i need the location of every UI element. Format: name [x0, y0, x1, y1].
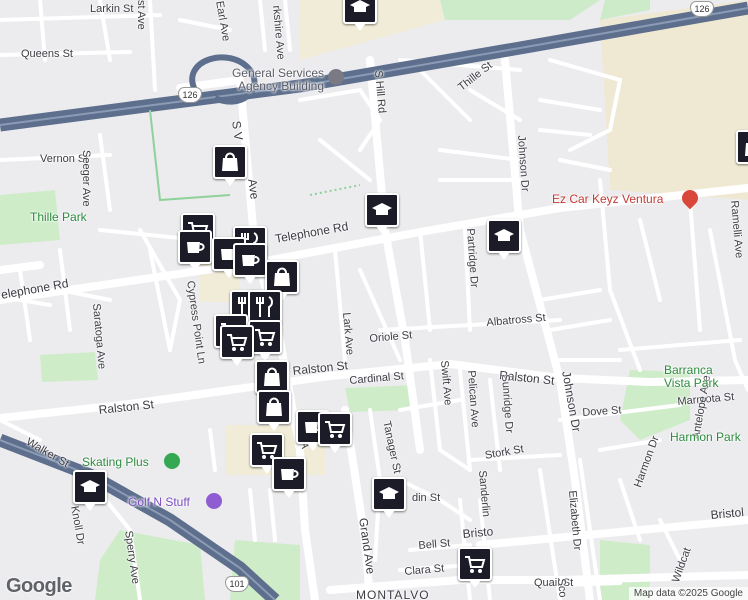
highway-126-shield: 126 — [690, 1, 714, 17]
google-logo[interactable]: Google — [6, 575, 72, 598]
school-marker[interactable] — [365, 193, 399, 234]
coffee-cup-icon — [187, 242, 205, 253]
street-label: Bristol — [710, 505, 745, 522]
park-icon[interactable] — [164, 453, 180, 469]
shopping-bag-marker[interactable] — [213, 145, 247, 186]
shopping-bag-icon — [222, 152, 238, 171]
street-label: Queens St — [21, 48, 73, 60]
street-label: Ave — [245, 178, 262, 201]
place-label-thille-park[interactable]: Thille Park — [30, 210, 87, 224]
coffee-cup-icon — [281, 469, 299, 480]
place-label-skating[interactable]: Skating Plus — [82, 455, 149, 469]
school-marker[interactable] — [487, 219, 521, 260]
cart-marker[interactable] — [318, 412, 352, 453]
place-label-golf[interactable]: Golf N Stuff — [128, 495, 190, 509]
shopping-bag-marker[interactable] — [255, 360, 289, 401]
place-label-ez-car[interactable]: Ez Car Keyz Ventura — [552, 192, 663, 206]
street-label: S V — [229, 120, 246, 142]
map-canvas[interactable]: 126 126 101 Larkin St Queens St Vernon S… — [0, 0, 748, 600]
fork-knife-icon — [256, 296, 273, 317]
school-marker[interactable] — [73, 470, 107, 511]
street-label: Bristo — [462, 524, 494, 541]
shopping-cart-icon — [465, 556, 486, 573]
shopping-bag-marker[interactable] — [265, 260, 299, 301]
cart-marker[interactable] — [458, 547, 492, 588]
shopping-bag-icon — [266, 397, 282, 416]
cart-marker[interactable] — [220, 325, 254, 366]
school-icon — [372, 203, 392, 215]
school-marker[interactable] — [343, 0, 377, 31]
street-label: Sco — [555, 578, 569, 598]
shopping-cart-icon — [227, 334, 248, 351]
shopping-bag-icon — [264, 367, 280, 386]
restaurant-marker[interactable] — [248, 290, 282, 331]
place-label-harmon-park[interactable]: Harmon Park — [670, 430, 741, 444]
highway-101-shield: 101 — [225, 576, 249, 592]
shopping-bag-marker[interactable] — [257, 390, 291, 431]
place-label-barranca[interactable]: Barranca Vista Park — [664, 364, 734, 390]
street-label: MONTALVO — [356, 588, 430, 600]
school-icon — [379, 487, 399, 499]
shopping-bag-icon — [745, 143, 748, 156]
school-icon — [494, 229, 514, 241]
shopping-bag-marker[interactable] — [736, 130, 748, 171]
shopping-bag-icon — [274, 267, 290, 286]
street-label: din St — [412, 492, 441, 504]
street-label: st Ave — [135, 0, 147, 30]
shopping-cart-icon — [255, 329, 276, 346]
shopping-cart-icon — [325, 421, 346, 438]
cafe-marker[interactable] — [272, 457, 306, 498]
entertainment-icon[interactable] — [206, 493, 222, 509]
highway-126-shield: 126 — [178, 87, 202, 103]
cafe-marker[interactable] — [178, 230, 212, 271]
place-label-gsa[interactable]: General Services Agency Building — [216, 67, 324, 93]
street-label: Seeger Ave — [80, 150, 92, 207]
school-icon — [80, 480, 100, 492]
street-label: Larkin St — [90, 3, 134, 15]
landmark-icon[interactable] — [328, 69, 344, 85]
school-icon — [350, 0, 370, 12]
school-marker[interactable] — [372, 477, 406, 518]
map-attribution[interactable]: Map data ©2025 Google — [628, 587, 748, 600]
coffee-cup-icon — [242, 255, 260, 266]
cafe-marker[interactable] — [233, 243, 267, 284]
